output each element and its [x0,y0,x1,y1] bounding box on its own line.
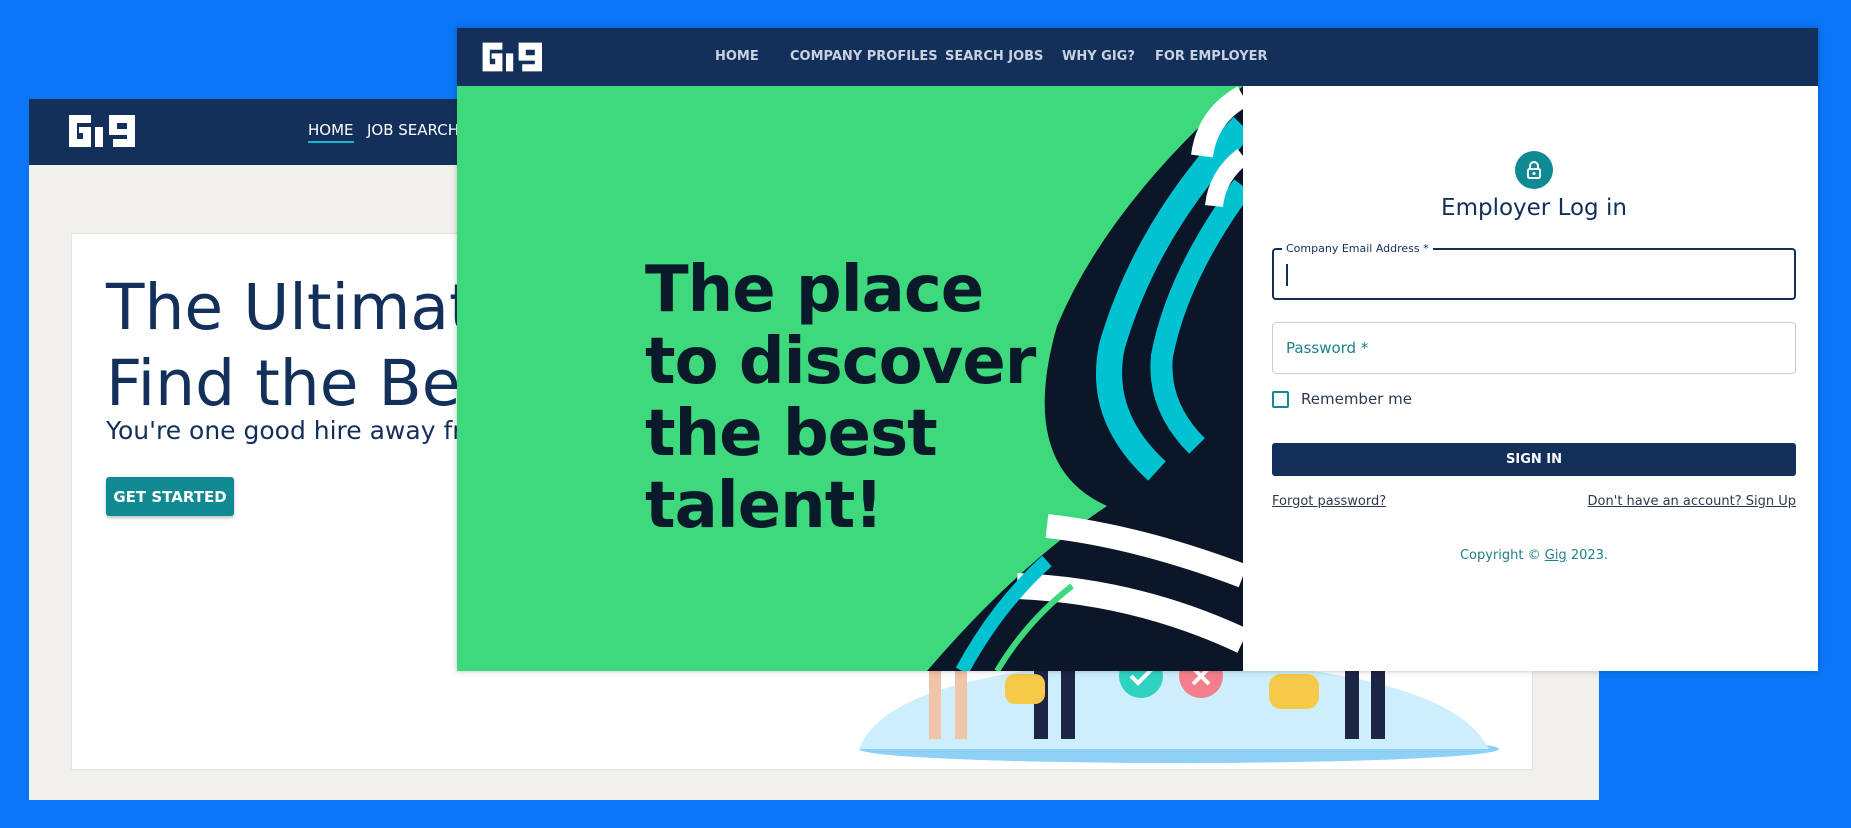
nav-search-jobs[interactable]: SEARCH JOBS [945,49,1043,64]
hero-line-3: the best [645,397,938,471]
copyright-prefix: Copyright © [1459,548,1545,563]
nav-company-profiles[interactable]: COMPANY PROFILES [790,49,938,64]
text-caret [1286,264,1288,286]
email-field[interactable]: Company Email Address * [1272,242,1796,300]
hero-banner: The place to discover the best talent! [457,86,1243,671]
hero-line-2: to discover [645,325,1036,399]
hero-title-line1: The Ultimat [106,271,474,344]
copyright-gig-link[interactable]: Gig [1545,548,1567,563]
hero-subtitle: You're one good hire away fr [106,416,463,445]
remember-checkbox[interactable] [1272,390,1289,408]
get-started-button[interactable]: GET STARTED [106,477,234,516]
password-field[interactable]: Password * [1272,322,1796,374]
password-placeholder: Password * [1286,339,1369,357]
copyright-suffix: 2023. [1566,548,1609,563]
forgot-password-link[interactable]: Forgot password? [1272,494,1386,509]
back-nav-job-search[interactable]: JOB SEARCH [367,121,459,139]
sign-in-button[interactable]: SIGN IN [1272,443,1796,476]
email-label: Company Email Address * [1282,242,1433,255]
copyright: Copyright © Gig 2023. [1243,548,1818,563]
nav-for-employer[interactable]: FOR EMPLOYER [1155,49,1268,64]
remember-me[interactable]: Remember me [1272,390,1412,408]
hero-headline: The place to discover the best talent! [645,253,1036,543]
gig-logo[interactable] [65,111,145,151]
login-title: Employer Log in [1441,195,1627,221]
gig-logo[interactable] [479,38,551,76]
back-nav-home[interactable]: HOME [308,121,354,143]
hero-line-1: The place [645,253,984,327]
nav-home[interactable]: HOME [715,49,759,64]
remember-label: Remember me [1301,390,1412,408]
hero-line-4: talent! [645,469,883,543]
nav-why-gig[interactable]: WHY GIG? [1062,49,1135,64]
employer-login-window: HOME COMPANY PROFILES SEARCH JOBS WHY GI… [457,28,1818,671]
lock-icon [1515,151,1553,189]
login-panel: Employer Log in Company Email Address * … [1243,86,1818,671]
sign-up-link[interactable]: Don't have an account? Sign Up [1588,494,1796,509]
hero-title-line2: Find the Bes [106,347,494,420]
front-navbar: HOME COMPANY PROFILES SEARCH JOBS WHY GI… [457,28,1818,86]
hero-title: The Ultimat Find the Bes [106,270,493,422]
